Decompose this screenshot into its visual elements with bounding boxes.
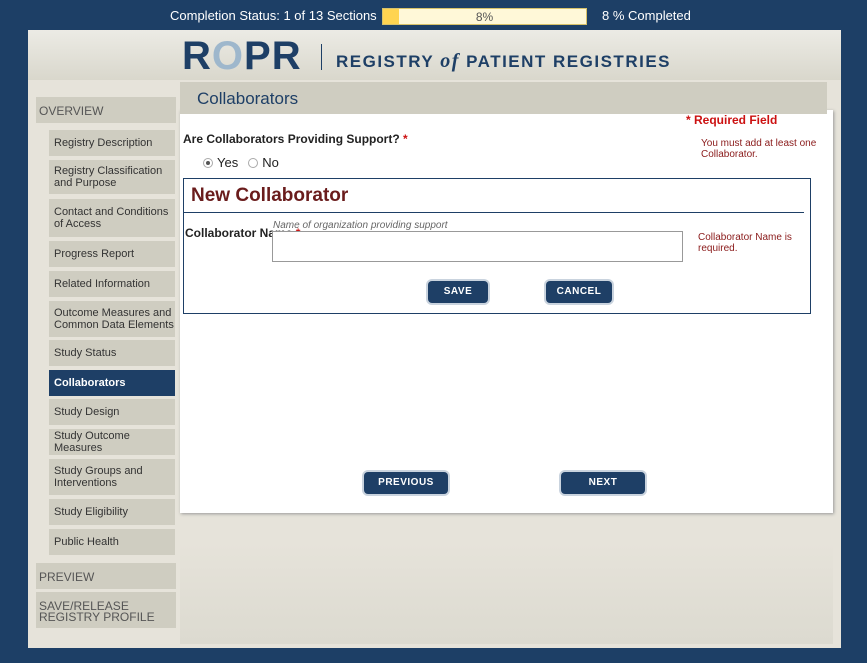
required-field-legend: * Required Field	[686, 113, 778, 127]
collaborator-name-input[interactable]	[272, 231, 683, 262]
completion-progress-percent: 8%	[475, 10, 494, 24]
title-divider	[184, 212, 804, 213]
page-title: Collaborators	[197, 89, 299, 108]
sidebar-item-collaborators[interactable]: Collaborators	[49, 370, 175, 396]
new-collaborator-box: New Collaborator Collaborator Name * Nam…	[183, 178, 811, 314]
collaborator-name-error: Collaborator Name is required.	[698, 232, 792, 254]
footer-band	[180, 542, 833, 644]
ropr-logo: ROPR	[182, 34, 302, 78]
completion-progress-bar: 8%	[382, 8, 587, 25]
sidebar-item-contact-conditions[interactable]: Contact and Conditions of Access	[49, 199, 175, 237]
previous-button[interactable]: PREVIOUS	[364, 472, 448, 494]
radio-yes-label[interactable]: Yes	[217, 155, 238, 170]
logo-divider	[321, 44, 322, 70]
next-button[interactable]: NEXT	[561, 472, 645, 494]
sidebar-item-outcome-measures[interactable]: Outcome Measures and Common Data Element…	[49, 301, 175, 337]
completion-status-label: Completion Status: 1 of 13 Sections	[170, 8, 377, 23]
site-tagline: REGISTRY of PATIENT REGISTRIES	[336, 50, 671, 72]
sidebar-item-study-groups[interactable]: Study Groups and Interventions	[49, 459, 175, 495]
collaborators-question: Are Collaborators Providing Support? *	[183, 132, 408, 146]
sidebar-item-study-outcome-measures[interactable]: Study Outcome Measures	[49, 429, 175, 455]
sidebar-item-study-eligibility[interactable]: Study Eligibility	[49, 499, 175, 525]
cancel-button[interactable]: CANCEL	[546, 281, 612, 303]
required-note: You must add at least one Collaborator.	[701, 138, 817, 160]
save-button[interactable]: SAVE	[428, 281, 488, 303]
radio-yes[interactable]	[203, 157, 213, 168]
section-title-bar: Collaborators	[180, 82, 827, 114]
sidebar-item-public-health[interactable]: Public Health	[49, 529, 175, 555]
sidebar-item-study-status[interactable]: Study Status	[49, 340, 175, 366]
sidebar-item-study-design[interactable]: Study Design	[49, 399, 175, 425]
sidebar-item-related-information[interactable]: Related Information	[49, 271, 175, 297]
sidebar-overview[interactable]: OVERVIEW	[36, 97, 176, 123]
radio-no[interactable]	[248, 157, 259, 168]
completion-percent-text: 8 % Completed	[602, 8, 691, 23]
sidebar-preview[interactable]: PREVIEW	[36, 563, 176, 589]
header: ROPR REGISTRY of PATIENT REGISTRIES	[28, 30, 841, 80]
collaborator-name-hint: Name of organization providing support	[273, 220, 448, 231]
sidebar-save-release[interactable]: SAVE/RELEASE REGISTRY PROFILE	[36, 592, 176, 628]
support-radio-group: Yes No	[203, 155, 279, 170]
sidebar-item-registry-classification[interactable]: Registry Classification and Purpose	[49, 160, 175, 194]
radio-no-label[interactable]: No	[262, 155, 279, 170]
completion-status-bar: Completion Status: 1 of 13 Sections 8% 8…	[0, 0, 867, 30]
new-collaborator-title: New Collaborator	[191, 185, 349, 206]
sidebar-item-progress-report[interactable]: Progress Report	[49, 241, 175, 267]
sidebar-item-registry-description[interactable]: Registry Description	[49, 130, 175, 156]
